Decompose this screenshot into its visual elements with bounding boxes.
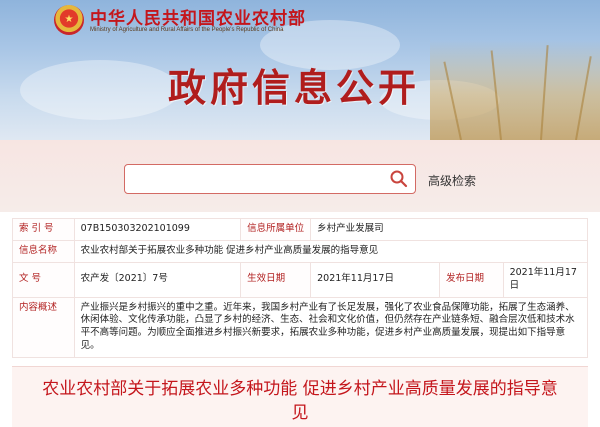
document-number-label: 文 号 [12,262,75,298]
document-info-table: 索 引 号 07B150303202101099 信息所属单位 乡村产业发展司 … [12,218,589,358]
owning-unit-value: 乡村产业发展司 [310,218,588,241]
effective-date-value: 2021年11月17日 [310,262,440,298]
publish-date-value: 2021年11月17日 [502,262,589,298]
wheat-field-decoration [430,40,600,140]
publish-date-label: 发布日期 [439,262,504,298]
summary-label: 内容概述 [12,296,75,358]
owning-unit-label: 信息所属单位 [240,218,312,241]
search-icon[interactable] [389,169,409,189]
header-banner: ★ 中华人民共和国农业农村部 Ministry of Agriculture a… [0,0,600,140]
summary-value: 产业振兴是乡村振兴的重中之重。近年来，我国乡村产业有了长足发展，强化了农业食品保… [73,296,589,358]
cloud-decoration [20,60,180,120]
ministry-name-en: Ministry of Agriculture and Rural Affair… [90,27,284,33]
index-number-value: 07B150303202101099 [73,218,242,241]
advanced-search-link[interactable]: 高级检索 [428,172,476,189]
search-box[interactable] [124,164,416,194]
index-number-label: 索 引 号 [12,218,75,241]
info-title-label: 信息名称 [12,240,75,263]
search-input[interactable] [131,169,381,189]
document-number-value: 农产发〔2021〕7号 [73,262,242,298]
page-heading: 政府信息公开 [168,66,421,110]
article-title: 农业农村部关于拓展农业多种功能 促进乡村产业高质量发展的指导意见 [12,366,588,427]
effective-date-label: 生效日期 [240,262,312,298]
national-emblem-icon[interactable]: ★ [54,5,84,35]
info-title-value: 农业农村部关于拓展农业多种功能 促进乡村产业高质量发展的指导意见 [73,240,589,263]
ministry-name-cn[interactable]: 中华人民共和国农业农村部 [90,4,306,29]
